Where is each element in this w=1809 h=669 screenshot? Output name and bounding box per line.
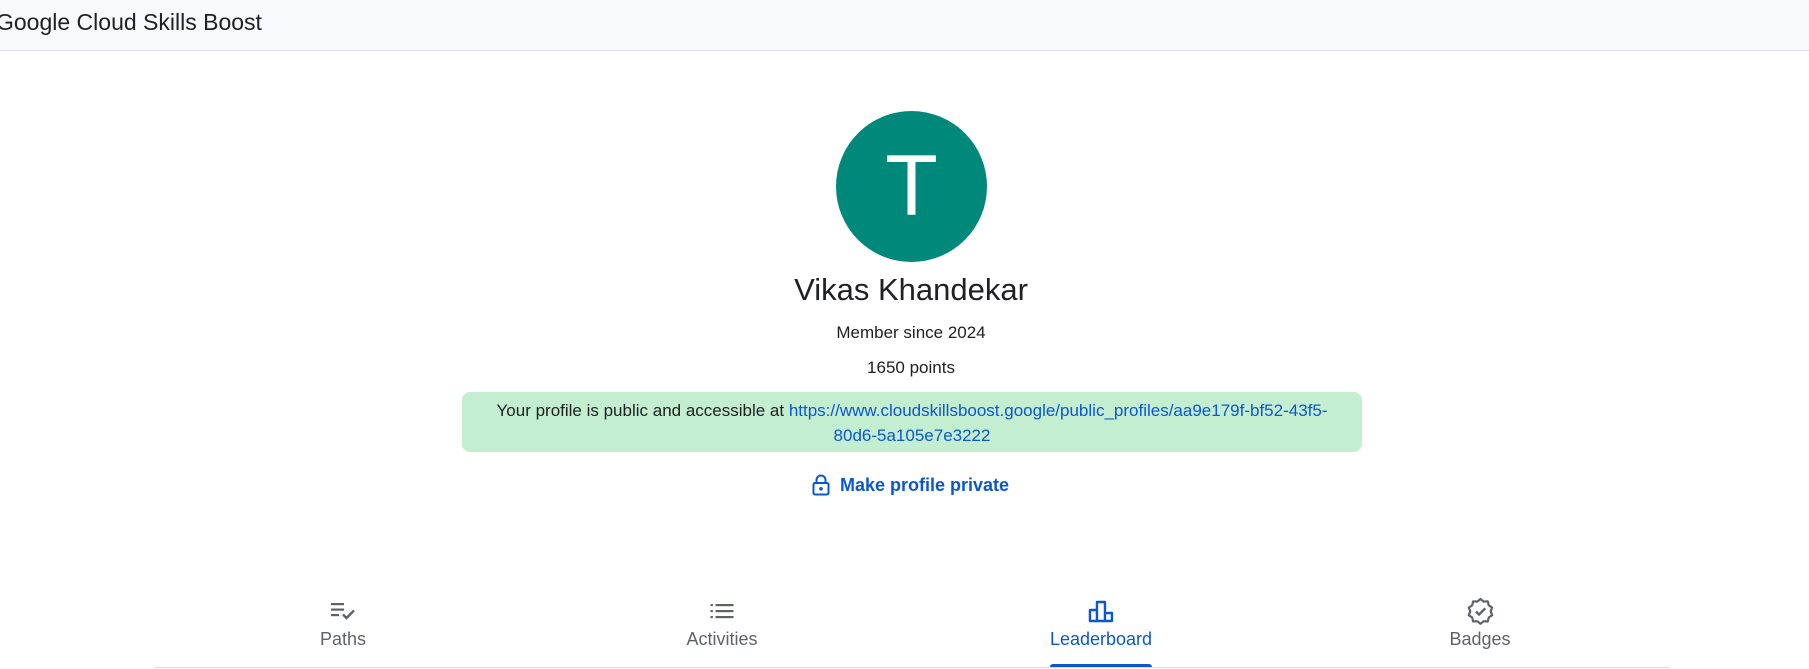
tab-activities[interactable]: Activities: [686, 590, 758, 667]
lock-icon: [812, 474, 830, 496]
app-title[interactable]: Google Cloud Skills Boost: [0, 9, 262, 36]
avatar: T: [836, 111, 987, 262]
playlist-check-icon: [330, 596, 356, 626]
tab-activities-label: Activities: [686, 629, 758, 649]
profile-name: Vikas Khandekar: [794, 272, 1028, 307]
tab-leaderboard-label: Leaderboard: [1049, 629, 1153, 649]
leaderboard-icon: [1088, 596, 1114, 626]
profile-tabs: Paths Activities Leaderboard Badges: [154, 590, 1670, 668]
public-profile-text: Your profile is public and accessible at: [496, 401, 789, 420]
public-profile-link[interactable]: https://www.cloudskillsboost.google/publ…: [789, 401, 1328, 445]
public-profile-banner: Your profile is public and accessible at…: [462, 392, 1362, 452]
tab-badges-label: Badges: [1449, 629, 1511, 649]
list-icon: [709, 596, 735, 626]
tab-badges[interactable]: Badges: [1449, 590, 1511, 667]
points-total: 1650 points: [867, 358, 955, 377]
tab-leaderboard[interactable]: Leaderboard: [1049, 590, 1153, 667]
tab-paths-label: Paths: [319, 629, 367, 649]
verified-badge-icon: [1466, 596, 1494, 626]
make-profile-private-button[interactable]: Make profile private: [812, 472, 1009, 498]
tab-paths[interactable]: Paths: [320, 590, 366, 667]
member-since: Member since 2024: [836, 323, 986, 342]
make-profile-private-label: Make profile private: [840, 474, 1010, 495]
top-bar: Google Cloud Skills Boost: [0, 0, 1809, 51]
